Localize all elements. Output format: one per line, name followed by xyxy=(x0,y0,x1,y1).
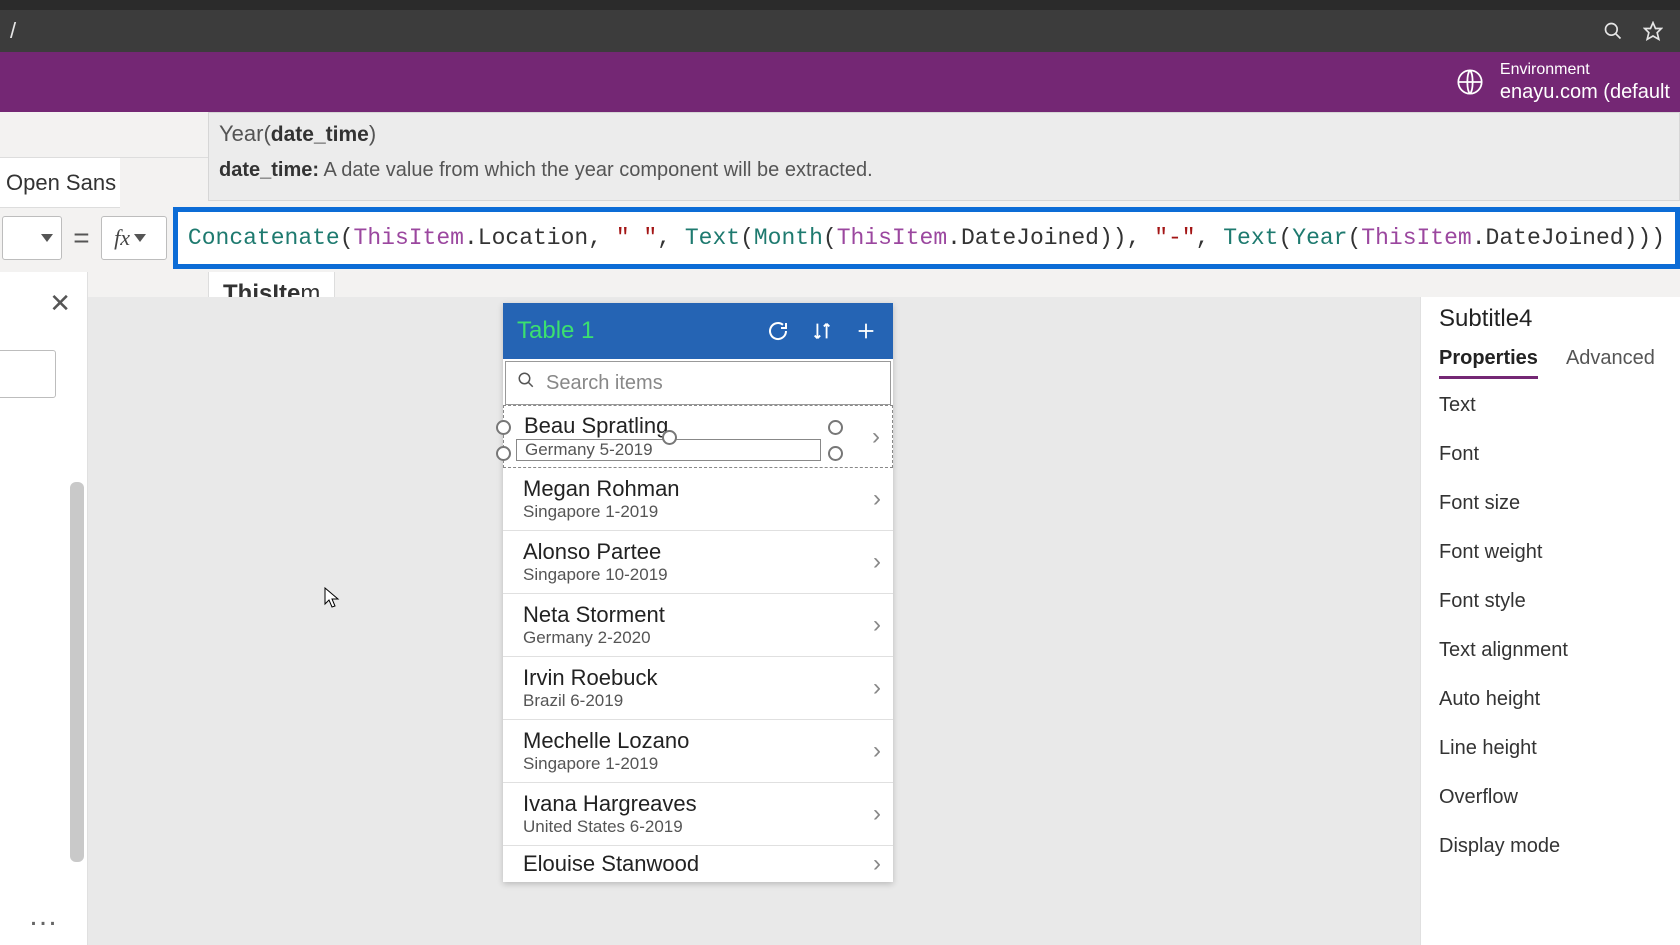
resize-handle[interactable] xyxy=(496,446,511,461)
resize-handle[interactable] xyxy=(828,420,843,435)
browser-toolbar: / xyxy=(0,10,1680,52)
chevron-right-icon[interactable]: › xyxy=(873,611,881,639)
item-title: Alonso Partee xyxy=(523,539,873,565)
search-icon xyxy=(506,371,546,395)
list-item[interactable]: Megan RohmanSingapore 1-2019 › xyxy=(503,468,893,531)
tab-strip xyxy=(0,0,1680,10)
formula-bar-row: = fx Concatenate(ThisItem.Location, " ",… xyxy=(0,210,1680,266)
prop-font[interactable]: Font xyxy=(1439,430,1680,479)
gallery-title: Table 1 xyxy=(517,317,747,345)
list-item[interactable]: Irvin RoebuckBrazil 6-2019 › xyxy=(503,657,893,720)
list-item[interactable]: Ivana HargreavesUnited States 6-2019 › xyxy=(503,783,893,846)
environment-switcher[interactable]: Environment enayu.com (default xyxy=(1456,60,1670,103)
prop-line-height[interactable]: Line height xyxy=(1439,724,1680,773)
fx-label: fx xyxy=(114,225,130,251)
item-subtitle: United States 6-2019 xyxy=(523,817,873,837)
add-icon[interactable] xyxy=(853,320,879,342)
prop-overflow[interactable]: Overflow xyxy=(1439,773,1680,822)
sort-icon[interactable] xyxy=(809,320,835,342)
refresh-icon[interactable] xyxy=(765,319,791,343)
item-title: Irvin Roebuck xyxy=(523,665,873,691)
item-title: Elouise Stanwood xyxy=(523,851,873,877)
search-icon[interactable] xyxy=(1600,18,1626,44)
item-subtitle: Singapore 10-2019 xyxy=(523,565,873,585)
chevron-right-icon[interactable]: › xyxy=(873,737,881,765)
list-item[interactable]: Mechelle LozanoSingapore 1-2019 › xyxy=(503,720,893,783)
chevron-right-icon[interactable]: › xyxy=(873,800,881,828)
list-item[interactable]: Alonso ParteeSingapore 10-2019 › xyxy=(503,531,893,594)
gallery-preview: Table 1 xyxy=(503,303,893,882)
tree-scrollbar[interactable] xyxy=(70,482,84,862)
chevron-right-icon[interactable]: › xyxy=(873,485,881,513)
chevron-right-icon[interactable]: › xyxy=(873,850,881,878)
more-icon[interactable]: … xyxy=(28,899,60,933)
chevron-right-icon[interactable]: › xyxy=(873,674,881,702)
fx-button[interactable]: fx xyxy=(101,216,167,260)
tab-properties[interactable]: Properties xyxy=(1439,347,1538,379)
canvas[interactable]: Table 1 xyxy=(88,297,1420,945)
properties-list: Text Font Font size Font weight Font sty… xyxy=(1439,381,1680,871)
globe-icon xyxy=(1456,68,1484,96)
item-title: Megan Rohman xyxy=(523,476,873,502)
formula-text: Concatenate(ThisItem.Location, " ", Text… xyxy=(188,225,1665,251)
item-title: Ivana Hargreaves xyxy=(523,791,873,817)
prop-font-style[interactable]: Font style xyxy=(1439,577,1680,626)
font-dropdown[interactable]: Open Sans xyxy=(0,158,120,208)
tooltip-description: date_time: A date value from which the y… xyxy=(219,159,1669,182)
chevron-down-icon xyxy=(134,234,146,242)
address-bar[interactable]: / xyxy=(6,15,1580,47)
tree-panel: ✕ … xyxy=(0,272,88,945)
chevron-right-icon[interactable]: › xyxy=(872,423,880,451)
resize-handle[interactable] xyxy=(496,420,511,435)
item-title: Beau Spratling xyxy=(524,413,872,439)
tree-search-input[interactable] xyxy=(0,350,56,398)
chevron-right-icon[interactable]: › xyxy=(873,548,881,576)
star-icon[interactable] xyxy=(1640,18,1666,44)
resize-handle[interactable] xyxy=(828,446,843,461)
close-icon[interactable]: ✕ xyxy=(49,288,71,319)
gallery-search-input[interactable] xyxy=(546,372,890,395)
item-subtitle: Singapore 1-2019 xyxy=(523,754,873,774)
prop-auto-height[interactable]: Auto height xyxy=(1439,675,1680,724)
control-name[interactable]: Subtitle4 xyxy=(1439,305,1680,333)
cursor-icon xyxy=(324,587,340,615)
gallery-header: Table 1 xyxy=(503,303,893,359)
font-name: Open Sans xyxy=(6,170,116,196)
function-tooltip: Year(date_time) date_time: A date value … xyxy=(208,112,1680,201)
formula-input[interactable]: Concatenate(ThisItem.Location, " ", Text… xyxy=(173,207,1680,269)
properties-panel: Subtitle4 Properties Advanced Text Font … xyxy=(1420,297,1680,945)
item-subtitle: Germany 2-2020 xyxy=(523,628,873,648)
gallery-search[interactable] xyxy=(505,361,891,405)
environment-name: enayu.com (default xyxy=(1500,80,1670,104)
item-title: Neta Storment xyxy=(523,602,873,628)
chevron-down-icon xyxy=(41,234,53,242)
tab-advanced[interactable]: Advanced xyxy=(1566,347,1655,379)
prop-font-weight[interactable]: Font weight xyxy=(1439,528,1680,577)
prop-font-size[interactable]: Font size xyxy=(1439,479,1680,528)
resize-handle[interactable] xyxy=(662,430,677,445)
property-selector[interactable] xyxy=(2,216,62,260)
prop-display-mode[interactable]: Display mode xyxy=(1439,822,1680,871)
item-subtitle: Singapore 1-2019 xyxy=(523,502,873,522)
equals-sign: = xyxy=(62,222,102,254)
list-item[interactable]: Neta StormentGermany 2-2020 › xyxy=(503,594,893,657)
tooltip-signature: Year(date_time) xyxy=(219,121,1669,147)
header-bar: Environment enayu.com (default xyxy=(0,52,1680,112)
list-item[interactable]: Elouise Stanwood › xyxy=(503,846,893,882)
list-item[interactable]: Beau Spratling Germany 5-2019 › xyxy=(503,405,893,468)
gallery-list: Beau Spratling Germany 5-2019 › Megan Ro… xyxy=(503,405,893,882)
prop-text-alignment[interactable]: Text alignment xyxy=(1439,626,1680,675)
item-title: Mechelle Lozano xyxy=(523,728,873,754)
prop-text[interactable]: Text xyxy=(1439,381,1680,430)
ribbon-left-blank xyxy=(0,112,208,158)
item-subtitle: Brazil 6-2019 xyxy=(523,691,873,711)
environment-label: Environment xyxy=(1500,60,1670,79)
properties-tabs: Properties Advanced xyxy=(1439,347,1680,379)
app-surface: Open Sans Year(date_time) date_time: A d… xyxy=(0,112,1680,945)
